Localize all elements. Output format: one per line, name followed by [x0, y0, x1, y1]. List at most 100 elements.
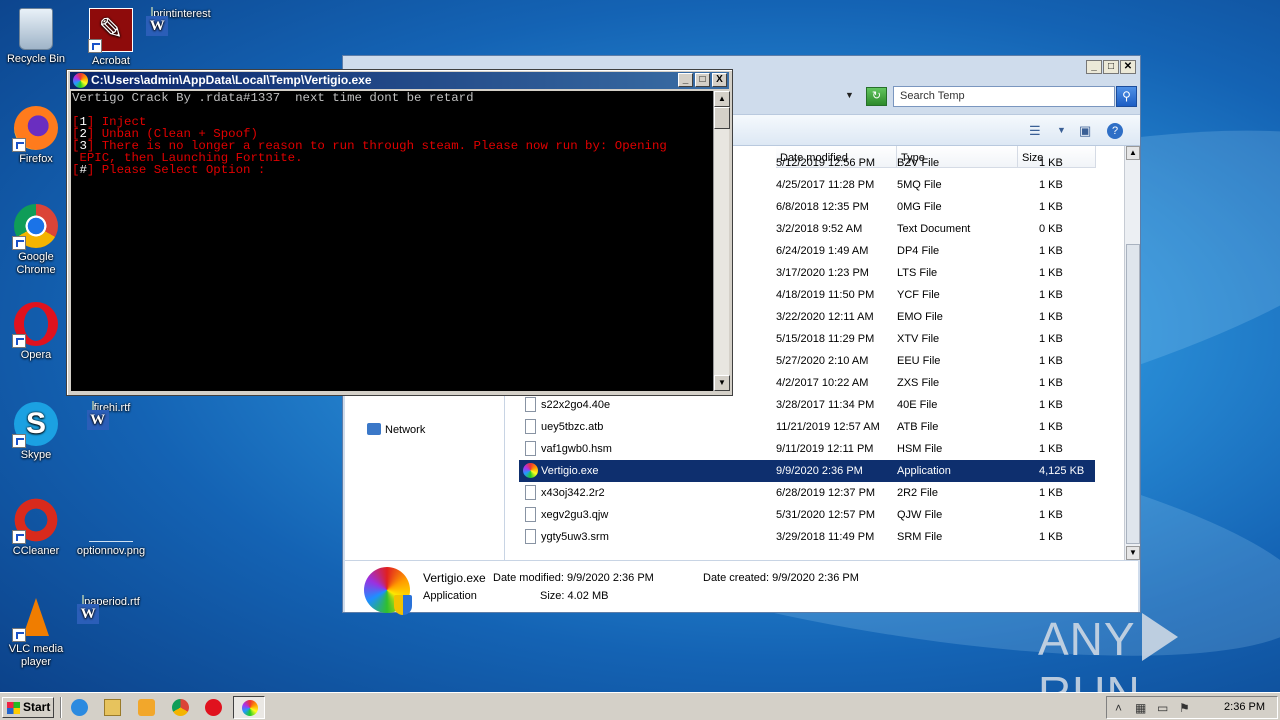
desktop-icon-optionnov-png[interactable]: optionnov.png	[73, 498, 149, 558]
cell-size: 1 KB	[1039, 509, 1063, 521]
table-row[interactable]: xegv2gu3.qjw 5/31/2020 12:57 PM QJW File 1 …	[519, 504, 1095, 526]
cell-size: 1 KB	[1039, 443, 1063, 455]
maximize-button[interactable]: □	[695, 73, 710, 87]
minimize-button[interactable]: _	[678, 73, 693, 87]
cell-type: HSM File	[897, 443, 943, 455]
scrollbar-thumb[interactable]	[714, 107, 730, 129]
console-window[interactable]: C:\Users\admin\AppData\Local\Temp\Vertig…	[66, 69, 733, 396]
preview-pane-icon[interactable]: ▣	[1079, 123, 1091, 139]
table-row[interactable]: vaf1gwb0.hsm 9/11/2019 12:11 PM HSM File 1 …	[519, 438, 1095, 460]
desktop-icon-printinterest[interactable]: W printinterest	[143, 7, 219, 36]
scroll-up-arrow[interactable]: ▲	[1126, 146, 1140, 160]
chrome-icon[interactable]	[172, 699, 189, 716]
details-file-name: Vertigio.exe	[423, 571, 486, 585]
desktop-icon-label: Skype	[20, 449, 52, 461]
skype-icon: S	[12, 402, 58, 448]
table-row[interactable]: ygty5uw3.srm 3/29/2018 11:49 PM SRM File 1 …	[519, 526, 1095, 548]
cell-size: 1 KB	[1039, 201, 1063, 213]
start-button[interactable]: Start	[2, 697, 54, 718]
network-tray-icon[interactable]: ▦	[1135, 701, 1146, 715]
cell-date: 4/2/2017 10:22 AM	[776, 377, 869, 389]
firefox-icon	[12, 106, 58, 152]
taskbar-clock[interactable]: 2:36 PM	[1224, 701, 1265, 713]
desktop-icon-label: CCleaner	[12, 545, 60, 557]
shortcut-arrow-icon	[88, 39, 102, 53]
file-icon	[525, 529, 536, 544]
scrollbar-thumb[interactable]	[1126, 244, 1140, 544]
cell-type: 0MG File	[897, 201, 942, 213]
file-icon	[525, 507, 536, 522]
cell-type: XTV File	[897, 333, 940, 345]
console-output[interactable]: Vertigo Crack By .rdata#1337 next time d…	[71, 91, 713, 391]
chevron-down-icon[interactable]: ▼	[1057, 125, 1066, 135]
opera-icon	[12, 302, 58, 348]
opera-icon[interactable]	[205, 699, 222, 716]
console-prompt-line: [#] Please Select Option :	[72, 163, 266, 177]
maximize-button[interactable]: □	[1103, 60, 1119, 74]
desktop-icon-firefox[interactable]: Firefox	[0, 106, 74, 166]
desktop-icon-paperiod-rtf[interactable]: W paperiod.rtf	[73, 595, 149, 624]
cell-type: 5MQ File	[897, 179, 942, 191]
word-document-icon: W	[86, 401, 109, 430]
scroll-down-arrow[interactable]: ▼	[714, 375, 730, 391]
close-button[interactable]: X	[712, 73, 727, 87]
cell-type: ZXS File	[897, 377, 940, 389]
search-input[interactable]: Search Temp	[893, 86, 1115, 107]
address-dropdown-icon[interactable]: ▼	[845, 90, 854, 100]
close-button[interactable]: ✕	[1120, 60, 1136, 74]
cell-date: 4/25/2017 11:28 PM	[776, 179, 875, 191]
image-file-icon	[89, 498, 133, 542]
cell-size: 4,125 KB	[1039, 465, 1085, 477]
desktop-icon-acrobat[interactable]: ✎ Acrobat	[73, 8, 149, 68]
flag-tray-icon[interactable]: ⚑	[1179, 701, 1190, 715]
desktop-icon-ccleaner[interactable]: CCleaner	[0, 498, 74, 558]
nav-item-network[interactable]: Network	[367, 423, 425, 436]
desktop-icon-vlc-media-player[interactable]: VLC media player	[0, 596, 74, 669]
vertigio-app-icon	[242, 700, 258, 716]
desktop-icon-skype[interactable]: S Skype	[0, 402, 74, 462]
cell-size: 1 KB	[1039, 377, 1063, 389]
taskbar-button-vertigio[interactable]	[233, 696, 265, 719]
cell-date: 5/27/2020 2:10 AM	[776, 355, 869, 367]
internet-explorer-icon[interactable]	[71, 699, 88, 716]
file-explorer-icon[interactable]	[104, 699, 121, 716]
desktop-icon-recycle-bin[interactable]: Recycle Bin	[0, 8, 74, 66]
explorer-caption-buttons: _ □ ✕	[1086, 60, 1136, 74]
refresh-icon[interactable]: ↻	[866, 87, 887, 106]
scroll-up-arrow[interactable]: ▲	[714, 91, 730, 107]
table-row[interactable]: uey5tbzc.atb 11/21/2019 12:57 AM ATB File 1…	[519, 416, 1095, 438]
file-list-scrollbar[interactable]: ▲ ▼	[1124, 146, 1140, 560]
scroll-down-arrow[interactable]: ▼	[1126, 546, 1140, 560]
details-pane: Vertigio.exe Date modified: 9/9/2020 2:3…	[345, 560, 1138, 615]
cell-size: 1 KB	[1039, 355, 1063, 367]
tray-expand-icon[interactable]: ˄	[1115, 701, 1122, 715]
application-icon	[523, 463, 538, 478]
media-player-icon[interactable]	[138, 699, 155, 716]
cell-date: 3/22/2020 12:11 AM	[776, 311, 874, 323]
acrobat-icon: ✎	[88, 8, 133, 53]
cell-date: 9/11/2019 12:11 PM	[776, 443, 874, 455]
cell-date: 3/2/2018 9:52 AM	[776, 223, 863, 235]
view-options-icon[interactable]: ☰	[1029, 123, 1041, 139]
cell-size: 1 KB	[1039, 487, 1063, 499]
help-icon[interactable]: ?	[1107, 123, 1123, 139]
desktop-icon-google-chrome[interactable]: Google Chrome	[0, 204, 74, 277]
cell-type: DP4 File	[897, 245, 940, 257]
console-scrollbar[interactable]: ▲ ▼	[713, 91, 730, 391]
table-row[interactable]: x43oj342.2r2 6/28/2019 12:37 PM 2R2 File 1 …	[519, 482, 1095, 504]
file-icon	[525, 397, 536, 412]
cell-name: ygty5uw3.srm	[541, 531, 609, 543]
monitor-tray-icon[interactable]: ▭	[1157, 701, 1168, 715]
search-icon[interactable]: ⚲	[1116, 86, 1137, 107]
console-title-bar[interactable]: C:\Users\admin\AppData\Local\Temp\Vertig…	[70, 72, 729, 89]
ccleaner-icon	[12, 498, 58, 544]
table-row[interactable]: s22x2go4.40e 3/28/2017 11:34 PM 40E File 1 …	[519, 394, 1095, 416]
desktop-icon-opera[interactable]: Opera	[0, 302, 74, 362]
cell-type: EMO File	[897, 311, 943, 323]
minimize-button[interactable]: _	[1086, 60, 1102, 74]
desktop-icon-firehi-rtf[interactable]: W firehi.rtf	[73, 401, 149, 430]
nav-item-label: Network	[385, 424, 426, 436]
file-icon	[525, 441, 536, 456]
vertigio-app-icon	[73, 73, 88, 88]
table-row[interactable]: Vertigio.exe 9/9/2020 2:36 PM Application 4…	[519, 460, 1095, 482]
